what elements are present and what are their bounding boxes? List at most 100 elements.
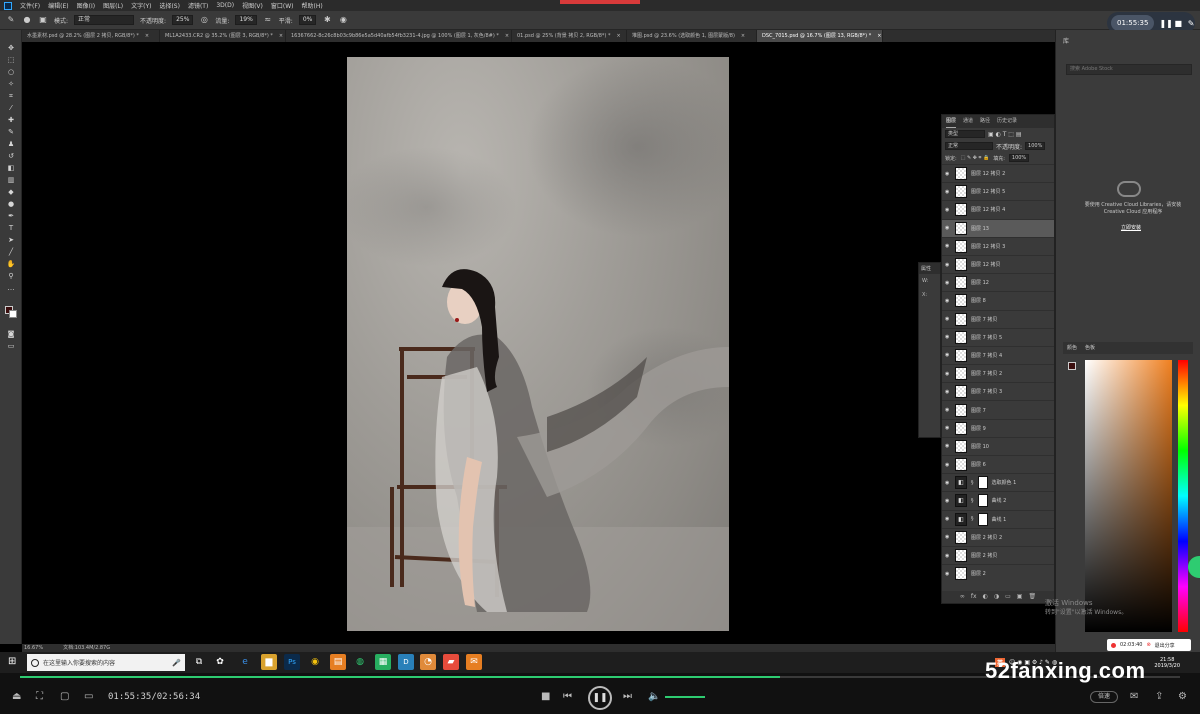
stop-icon[interactable]: ■: [1174, 19, 1183, 28]
document-photo[interactable]: [347, 57, 729, 631]
color-panel-foreground-swatch[interactable]: [1068, 362, 1076, 370]
visibility-eye-icon[interactable]: ◉: [945, 498, 951, 504]
layer-row[interactable]: ◉ 图层 12 拷贝: [942, 254, 1054, 273]
menu-select[interactable]: 选择(S): [159, 1, 180, 10]
wechat-icon[interactable]: ✉: [466, 654, 482, 670]
layer-row[interactable]: ◉ 图层 7 拷贝: [942, 309, 1054, 328]
close-icon[interactable]: ×: [741, 30, 745, 42]
visibility-eye-icon[interactable]: ◉: [945, 480, 951, 486]
menu-3d[interactable]: 3D(D): [216, 2, 234, 9]
stamp-tool-icon[interactable]: ♟: [0, 138, 22, 150]
tab-document-active[interactable]: DSC_7015.psd @ 16.7% (图层 13, RGB/8*) * ×: [757, 30, 883, 42]
new-layer-icon[interactable]: ▣: [1017, 591, 1023, 603]
pen-tool-icon[interactable]: ✒: [0, 210, 22, 222]
zoom-level[interactable]: 16.67%: [24, 644, 43, 652]
visibility-eye-icon[interactable]: ◉: [945, 571, 951, 577]
tab-layers[interactable]: 图层: [946, 115, 957, 128]
edge-browser-icon[interactable]: e: [237, 654, 253, 670]
quick-mask-icon[interactable]: ◙: [0, 328, 22, 340]
layer-row[interactable]: ◉ 图层 2: [942, 564, 1054, 582]
eject-icon[interactable]: ⏏: [12, 690, 21, 704]
layer-row[interactable]: ◉ 图层 12 拷贝 4: [942, 200, 1054, 218]
menu-file[interactable]: 文件(F): [20, 1, 40, 10]
chrome-icon[interactable]: ◉: [307, 654, 323, 670]
healing-brush-icon[interactable]: ✚: [0, 114, 22, 126]
visibility-eye-icon[interactable]: ◉: [945, 171, 951, 177]
visibility-eye-icon[interactable]: ◉: [945, 189, 951, 195]
layer-row[interactable]: ◉ 图层 2 拷贝: [942, 545, 1054, 564]
tab-color[interactable]: 颜色: [1067, 342, 1077, 354]
opacity-input[interactable]: 25%: [172, 15, 194, 25]
visibility-eye-icon[interactable]: ◉: [945, 407, 951, 413]
settings-icon[interactable]: ⚙: [1178, 690, 1187, 704]
microphone-icon[interactable]: 🎤: [172, 659, 181, 667]
stock-search-input[interactable]: 搜索 Adobe Stock: [1066, 64, 1192, 75]
tab-document[interactable]: 16367662-8c26c8b03c9b86e5a5d40afb54fb323…: [286, 30, 512, 42]
visibility-eye-icon[interactable]: ◉: [945, 334, 951, 340]
tab-document[interactable]: 水墨素材.psd @ 28.2% (图层 2 拷贝, RGB/8*) * ×: [22, 30, 160, 42]
fill-input[interactable]: 100%: [1008, 154, 1030, 162]
blur-tool-icon[interactable]: ◆: [0, 186, 22, 198]
layer-row[interactable]: ◉ 图层 2 拷贝 2: [942, 527, 1054, 546]
visibility-eye-icon[interactable]: ◉: [945, 425, 951, 431]
layer-style-icon[interactable]: fx: [971, 591, 977, 603]
visibility-eye-icon[interactable]: ◉: [945, 298, 951, 304]
brush-tool-icon[interactable]: ✎: [6, 15, 16, 25]
filter-icon[interactable]: ▣ ◐ T ⬚ ▤: [988, 131, 1022, 138]
layer-row[interactable]: ◉ 图层 6: [942, 455, 1054, 473]
app-icon[interactable]: ✿: [212, 654, 228, 670]
visibility-eye-icon[interactable]: ◉: [945, 443, 951, 449]
hand-tool-icon[interactable]: ✋: [0, 258, 22, 270]
tab-document[interactable]: 01.psd @ 25% (背景 拷贝 2, RGB/8*) * ×: [512, 30, 627, 42]
taskbar-search[interactable]: 在这里输入你要搜索的内容 🎤: [27, 654, 185, 671]
tab-swatches[interactable]: 色板: [1085, 342, 1095, 354]
path-select-icon[interactable]: ➤: [0, 234, 22, 246]
spreadsheet-icon[interactable]: ▦: [375, 654, 391, 670]
share-icon[interactable]: ⇪: [1155, 690, 1163, 704]
layer-row[interactable]: ◉ 图层 7 拷贝 4: [942, 345, 1054, 364]
close-icon[interactable]: ×: [616, 30, 620, 42]
gear-icon[interactable]: ✱: [322, 15, 332, 25]
previous-icon[interactable]: ⏮: [563, 690, 572, 704]
marquee-tool-icon[interactable]: ⬚: [0, 54, 22, 66]
app-icon[interactable]: ◍: [352, 654, 368, 670]
visibility-eye-icon[interactable]: ◉: [945, 280, 951, 286]
layer-row[interactable]: ◉ 图层 7 拷贝 5: [942, 327, 1054, 346]
menu-edit[interactable]: 编辑(E): [48, 1, 68, 10]
file-explorer-icon[interactable]: ▆: [261, 654, 277, 670]
tab-channels[interactable]: 通道: [963, 115, 973, 128]
layer-row[interactable]: ◉ ◧ § 选取颜色 1: [942, 473, 1054, 491]
group-icon[interactable]: ▭: [1005, 591, 1011, 603]
layer-row[interactable]: ◉ ◧ § 曲线 1: [942, 509, 1054, 528]
layer-row[interactable]: ◉ 图层 13: [942, 218, 1054, 237]
layer-row[interactable]: ◉ 图层 12: [942, 273, 1054, 291]
visibility-eye-icon[interactable]: ◉: [945, 316, 951, 322]
color-picker-field[interactable]: [1085, 360, 1172, 632]
fullscreen-icon[interactable]: ⛶: [36, 690, 43, 704]
layer-row[interactable]: ◉ ◧ § 曲线 2: [942, 491, 1054, 509]
add-mask-icon[interactable]: ◐: [983, 591, 988, 603]
visibility-eye-icon[interactable]: ◉: [945, 262, 951, 268]
close-icon[interactable]: ×: [877, 30, 881, 42]
layer-row[interactable]: ◉ 图层 10: [942, 436, 1054, 455]
zoom-tool-icon[interactable]: ⚲: [0, 270, 22, 282]
visibility-eye-icon[interactable]: ◉: [945, 207, 951, 213]
menu-filter[interactable]: 滤镜(T): [188, 1, 208, 10]
tab-document[interactable]: 堆图.psd @ 23.6% (选取颜色 1, 图层蒙版/8) ×: [627, 30, 757, 42]
line-tool-icon[interactable]: ╱: [0, 246, 22, 258]
chat-bubble-icon[interactable]: ✉: [1130, 690, 1138, 704]
brush-tool-icon[interactable]: ✎: [0, 126, 22, 138]
menu-layer[interactable]: 图层(L): [103, 1, 123, 10]
mode-select[interactable]: 正常: [74, 15, 135, 25]
lasso-tool-icon[interactable]: ○: [0, 66, 22, 78]
close-icon[interactable]: ×: [505, 30, 509, 42]
visibility-eye-icon[interactable]: ◉: [945, 553, 951, 559]
volume-slider[interactable]: [665, 696, 705, 698]
menu-type[interactable]: 文字(Y): [131, 1, 151, 10]
exit-share-button[interactable]: 退出分享: [1155, 642, 1175, 649]
layer-row[interactable]: ◉ 图层 7: [942, 400, 1054, 418]
visibility-eye-icon[interactable]: ◉: [945, 352, 951, 358]
layer-row[interactable]: ◉ 图层 9: [942, 418, 1054, 437]
visibility-eye-icon[interactable]: ◉: [945, 389, 951, 395]
screen-mode-icon[interactable]: ▭: [0, 340, 22, 352]
